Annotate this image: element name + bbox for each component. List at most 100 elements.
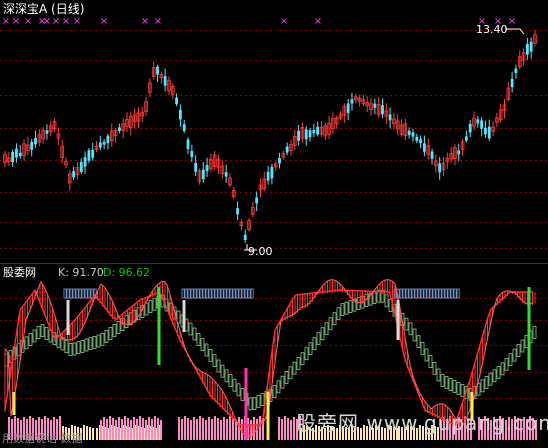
- d-line-bar: [88, 337, 93, 351]
- blue-block: [193, 288, 197, 299]
- signal-marker-icon: ×: [508, 16, 516, 27]
- d-line-bar: [428, 355, 433, 369]
- volume-bar: [136, 419, 138, 440]
- candle-body: [34, 138, 37, 145]
- blue-block: [84, 288, 88, 299]
- candle-body: [30, 141, 34, 150]
- candle-body: [316, 126, 320, 135]
- volume-bar: [223, 417, 225, 440]
- volume-bar: [118, 417, 120, 440]
- d-line-bar: [36, 326, 41, 339]
- d-line-bar: [512, 348, 517, 362]
- signal-marker-icon: ×: [62, 16, 70, 27]
- blue-block: [432, 288, 436, 299]
- blue-block: [435, 288, 439, 299]
- volume-bar: [89, 427, 91, 440]
- d-line-bar: [148, 300, 153, 313]
- candle-body: [178, 109, 182, 120]
- blue-block: [426, 288, 430, 299]
- d-line-bar: [228, 374, 233, 387]
- volume-bar: [121, 419, 123, 440]
- chart-canvas[interactable]: × × × ×× × × × × × × × × × × ×: [0, 0, 548, 448]
- d-line-bar: [492, 369, 497, 383]
- blue-block: [190, 288, 194, 299]
- d-line-bar: [324, 322, 329, 336]
- d-line-bar: [196, 332, 201, 346]
- price-annotations: [244, 28, 525, 251]
- d-line-bar: [480, 379, 485, 393]
- blue-block: [444, 288, 448, 299]
- candle-body: [529, 41, 533, 52]
- candle-body: [476, 119, 480, 124]
- candle-body: [430, 151, 434, 159]
- d-line-bar: [276, 380, 281, 394]
- high-arrow-icon: [505, 28, 525, 35]
- blue-block: [450, 288, 454, 299]
- volume-bar: [154, 416, 156, 440]
- signal-marker-icon: ×: [2, 16, 10, 27]
- candle-body: [106, 135, 110, 143]
- blue-block: [247, 288, 251, 299]
- signal-marker-icon: ×: [154, 16, 162, 27]
- d-line-bar: [384, 294, 389, 308]
- volume-bar: [220, 420, 222, 440]
- d-line-bar: [220, 364, 225, 378]
- blue-block: [214, 288, 218, 299]
- d-line-bar: [192, 327, 197, 341]
- candle-body: [346, 103, 350, 113]
- chart-title: 深深宝A (日线): [3, 2, 85, 16]
- candle-body: [194, 163, 198, 172]
- volume-bar: [290, 420, 292, 440]
- blue-block: [199, 288, 203, 299]
- volume-bar: [235, 420, 237, 440]
- candle-body: [102, 141, 106, 145]
- volume-bar: [193, 417, 195, 440]
- candle-body: [163, 76, 167, 86]
- candle-body: [373, 103, 377, 108]
- d-line-bar: [348, 300, 353, 313]
- volume-bar: [160, 420, 162, 440]
- volume-bar: [181, 419, 183, 440]
- volume-bar: [232, 418, 234, 440]
- candle-body: [423, 143, 426, 152]
- candle-body: [18, 152, 22, 157]
- candle-body: [182, 124, 186, 131]
- candle-body: [407, 130, 411, 136]
- d-line-bar: [404, 317, 409, 331]
- candle-body: [201, 169, 205, 180]
- volume-bar: [109, 416, 111, 440]
- price-high-label: 13.40: [476, 23, 508, 36]
- volume-bar: [148, 417, 150, 440]
- signal-marker-icon: ×: [280, 16, 288, 27]
- blue-block: [235, 288, 239, 299]
- d-line-bar: [24, 336, 29, 350]
- d-line-bar: [420, 341, 425, 355]
- candle-body: [438, 163, 442, 173]
- signal-marker-icon: ×: [52, 16, 60, 27]
- d-line-bar: [372, 291, 377, 304]
- d-line-bar: [312, 337, 317, 351]
- d-line-bar: [152, 297, 157, 311]
- blue-block: [232, 288, 236, 299]
- volume-bar: [205, 420, 207, 440]
- blue-block: [441, 288, 445, 299]
- volume-bar: [103, 417, 105, 440]
- d-line-bar: [332, 312, 337, 326]
- candle-body: [525, 44, 529, 55]
- d-line-bar: [100, 332, 105, 346]
- candle-body: [87, 150, 91, 161]
- volume-bar: [293, 417, 295, 440]
- blue-block: [447, 288, 451, 299]
- blue-block: [408, 288, 412, 299]
- candle-body: [308, 130, 312, 138]
- candle-body: [190, 151, 194, 158]
- blue-block: [220, 288, 224, 299]
- blue-block: [405, 288, 409, 299]
- signal-marker-icon: ×: [43, 16, 51, 27]
- d-line-bar: [416, 335, 421, 349]
- d-line-bar: [516, 344, 521, 357]
- volume-bar: [196, 419, 198, 440]
- d-line-bar: [72, 342, 77, 356]
- d-line-bar: [300, 352, 305, 366]
- candle-body: [270, 166, 274, 179]
